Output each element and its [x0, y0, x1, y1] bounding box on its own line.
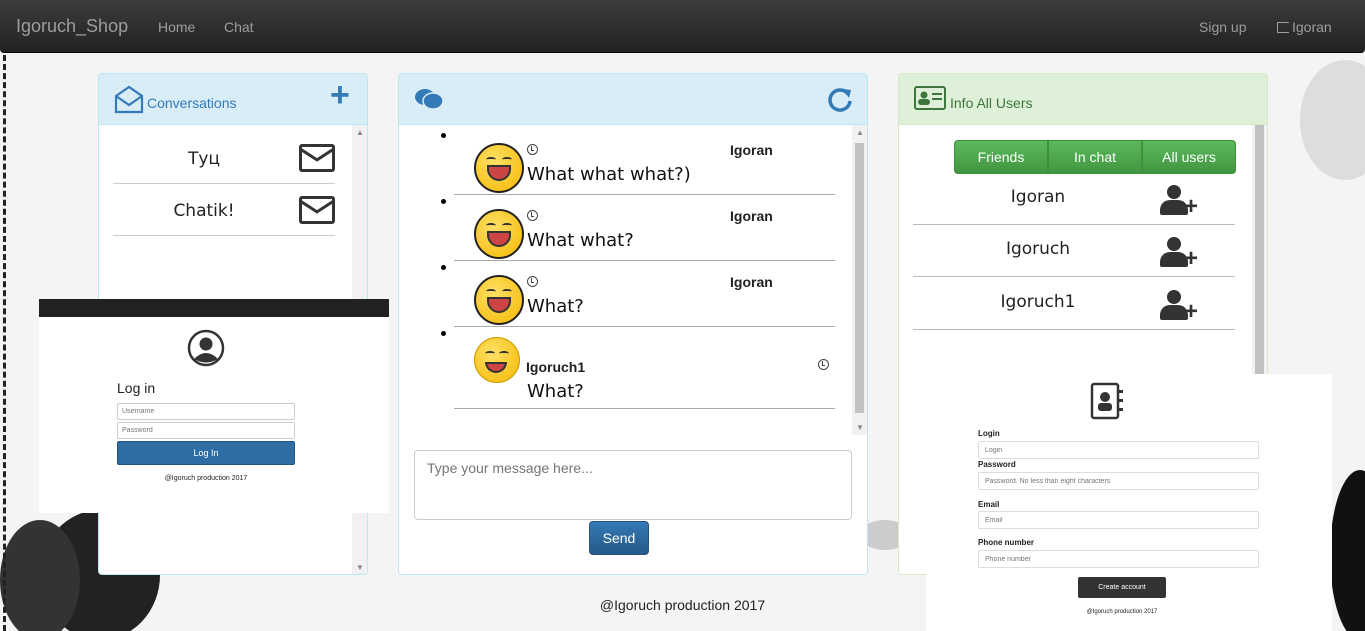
login-preview-footer: @Igoruch production 2017: [164, 475, 248, 482]
message-author: Igoran: [730, 142, 773, 158]
envelope-icon[interactable]: [299, 144, 335, 172]
phone-field[interactable]: [978, 550, 1259, 568]
user-row: Igoran +: [913, 173, 1235, 225]
list-bullet: [441, 199, 446, 204]
refresh-icon[interactable]: [827, 86, 853, 112]
add-friend-icon[interactable]: +: [1160, 185, 1204, 219]
user-circle-icon: [187, 329, 225, 367]
message-text: What?: [527, 381, 584, 402]
brand-link[interactable]: Igoruch_Shop: [16, 16, 128, 37]
nav-chat[interactable]: Chat: [224, 19, 254, 35]
login-heading: Log in: [117, 380, 156, 396]
conversation-name: Chatik!: [173, 201, 235, 221]
comments-icon: [415, 89, 444, 110]
envelope-open-icon: [114, 85, 144, 114]
chat-message: Igoruch1 What?: [441, 327, 835, 409]
message-input[interactable]: [414, 450, 852, 520]
chat-message: Igoran What what?: [441, 195, 835, 261]
add-friend-icon[interactable]: +: [1160, 237, 1204, 271]
list-bullet: [441, 265, 446, 270]
send-button[interactable]: Send: [589, 521, 649, 555]
users-title: Info All Users: [950, 95, 1033, 111]
register-preview: Login Password Email Phone number Create…: [926, 374, 1332, 631]
page-footer: @Igoruch production 2017: [599, 597, 766, 613]
email-label: Email: [978, 500, 1000, 509]
nav-user[interactable]: Igoran: [1277, 19, 1332, 35]
scroll-up-icon[interactable]: ▲: [356, 128, 364, 137]
dashed-border: [3, 55, 6, 631]
conversations-title: Conversations: [147, 95, 237, 111]
message-author: Igoruch1: [526, 359, 586, 375]
user-name: Igoruch1: [1000, 292, 1076, 312]
message-text: What what what?): [527, 164, 691, 185]
password-label: Password: [978, 460, 1016, 469]
login-button[interactable]: Log In: [117, 441, 295, 465]
chat-message: Igoran What what what?): [441, 129, 835, 195]
user-row: Igoruch1 +: [913, 278, 1235, 330]
laughing-avatar: [474, 275, 524, 325]
message-text: What what?: [527, 230, 634, 251]
logout-icon: [1277, 22, 1289, 33]
conversations-header: Conversations +: [99, 74, 367, 125]
clock-icon: [818, 359, 829, 370]
message-author: Igoran: [730, 208, 773, 224]
login-preview-navbar: [39, 299, 389, 317]
tab-in-chat[interactable]: In chat: [1048, 140, 1142, 174]
list-bullet: [441, 331, 446, 336]
users-scroll-thumb[interactable]: [1255, 125, 1264, 375]
users-tabs: Friends In chat All users: [954, 140, 1236, 174]
laughing-avatar: [474, 143, 524, 193]
username-input[interactable]: [117, 403, 295, 420]
phone-label: Phone number: [978, 538, 1035, 547]
user-name: Igoran: [1010, 187, 1066, 207]
list-bullet: [441, 133, 446, 138]
conversation-item[interactable]: Туц: [113, 132, 335, 184]
chat-scroll-thumb[interactable]: [855, 143, 864, 413]
scroll-down-icon[interactable]: ▼: [856, 423, 864, 432]
clock-icon: [527, 144, 538, 155]
message-text: What?: [527, 296, 584, 317]
email-field[interactable]: [978, 511, 1259, 529]
navbar: Igoruch_Shop Home Chat Sign up Igoran: [0, 0, 1365, 53]
chat-header: [399, 74, 867, 125]
tab-all-users[interactable]: All users: [1142, 140, 1236, 174]
smiling-avatar: [474, 337, 520, 383]
password-field[interactable]: [978, 472, 1259, 490]
clock-icon: [527, 276, 538, 287]
envelope-icon[interactable]: [299, 196, 335, 224]
nav-home[interactable]: Home: [158, 19, 195, 35]
create-account-button[interactable]: Create account: [1078, 577, 1166, 598]
laughing-avatar: [474, 209, 524, 259]
scroll-down-icon[interactable]: ▼: [356, 563, 364, 572]
conversation-item[interactable]: Chatik!: [113, 184, 335, 236]
tab-friends[interactable]: Friends: [954, 140, 1048, 174]
address-card-icon: [914, 86, 946, 110]
login-field[interactable]: [978, 441, 1259, 459]
chat-message: Igoran What?: [441, 261, 835, 327]
nav-signup[interactable]: Sign up: [1199, 19, 1246, 35]
login-preview: Log in Log In @Igoruch production 2017: [39, 299, 389, 513]
users-header: Info All Users: [899, 74, 1267, 125]
conversation-name: Туц: [187, 149, 221, 169]
password-input[interactable]: [117, 422, 295, 439]
chat-panel: Igoran What what what?) Igoran What what…: [398, 73, 868, 575]
nav-user-label: Igoran: [1292, 19, 1332, 35]
user-name: Igoruch: [1005, 239, 1071, 259]
clock-icon: [527, 210, 538, 221]
chat-scrollbar[interactable]: ▲ ▼: [852, 125, 867, 435]
contact-book-icon: [1090, 382, 1123, 420]
scroll-up-icon[interactable]: ▲: [856, 128, 864, 137]
login-label: Login: [978, 429, 1000, 438]
message-author: Igoran: [730, 274, 773, 290]
user-row: Igoruch +: [913, 225, 1235, 277]
add-friend-icon[interactable]: +: [1160, 290, 1204, 324]
add-conversation-icon[interactable]: +: [330, 76, 350, 115]
